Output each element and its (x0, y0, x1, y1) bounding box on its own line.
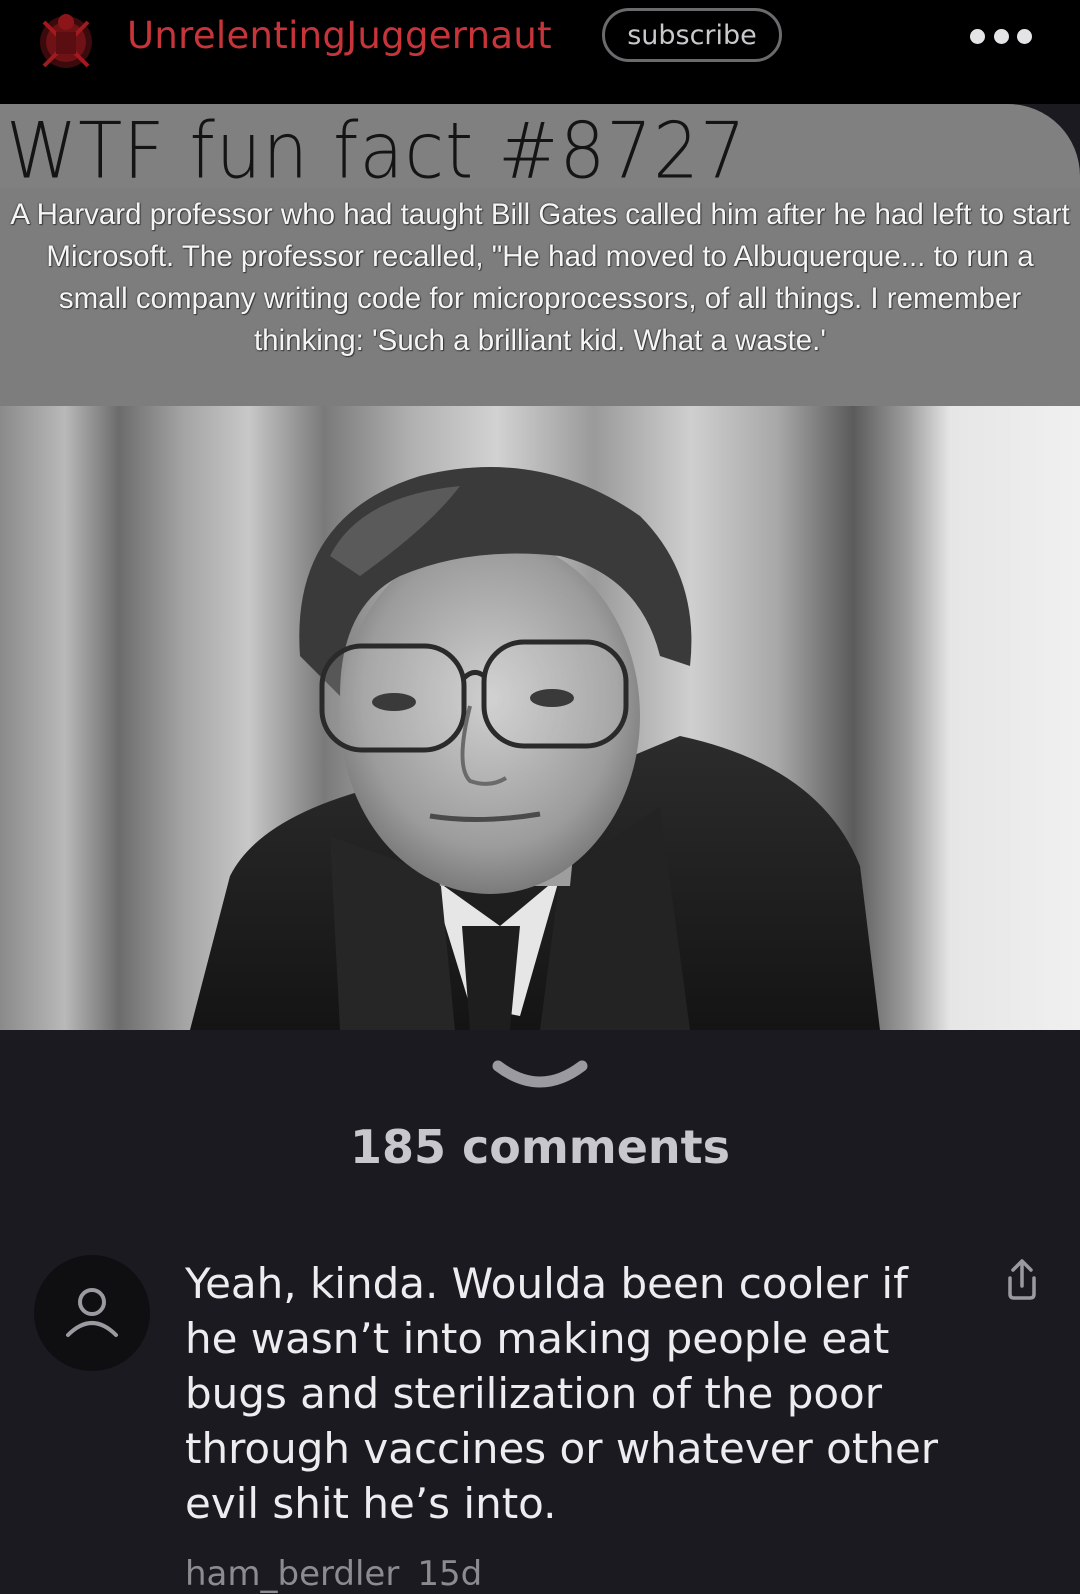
comment-age: 15d (417, 1554, 483, 1594)
fact-text: A Harvard professor who had taught Bill … (10, 198, 1070, 357)
user-icon[interactable] (34, 1255, 150, 1371)
subscribe-button[interactable]: subscribe (602, 8, 782, 62)
fact-title: WTF fun fact #8727 (6, 105, 747, 196)
comment-meta: ham_berdler 15d (185, 1554, 482, 1594)
comment-count: 185 comments (349, 1120, 731, 1174)
portrait-illustration (190, 467, 880, 1030)
comment-body: Yeah, kinda. Woulda been cooler if he wa… (185, 1259, 939, 1528)
community-name[interactable]: UnrelentingJuggernaut (127, 12, 552, 60)
post-header: UnrelentingJuggernaut subscribe (0, 0, 1080, 104)
post-image[interactable]: WTF fun fact #8727 A Harvard professor w… (0, 104, 1080, 1030)
community-avatar[interactable] (34, 8, 98, 72)
share-icon[interactable] (1000, 1258, 1044, 1302)
portrait-photo (0, 406, 1080, 1030)
comment-author[interactable]: ham_berdler (185, 1554, 399, 1594)
more-icon[interactable] (970, 24, 1032, 48)
chevron-down-icon[interactable] (492, 1058, 588, 1094)
